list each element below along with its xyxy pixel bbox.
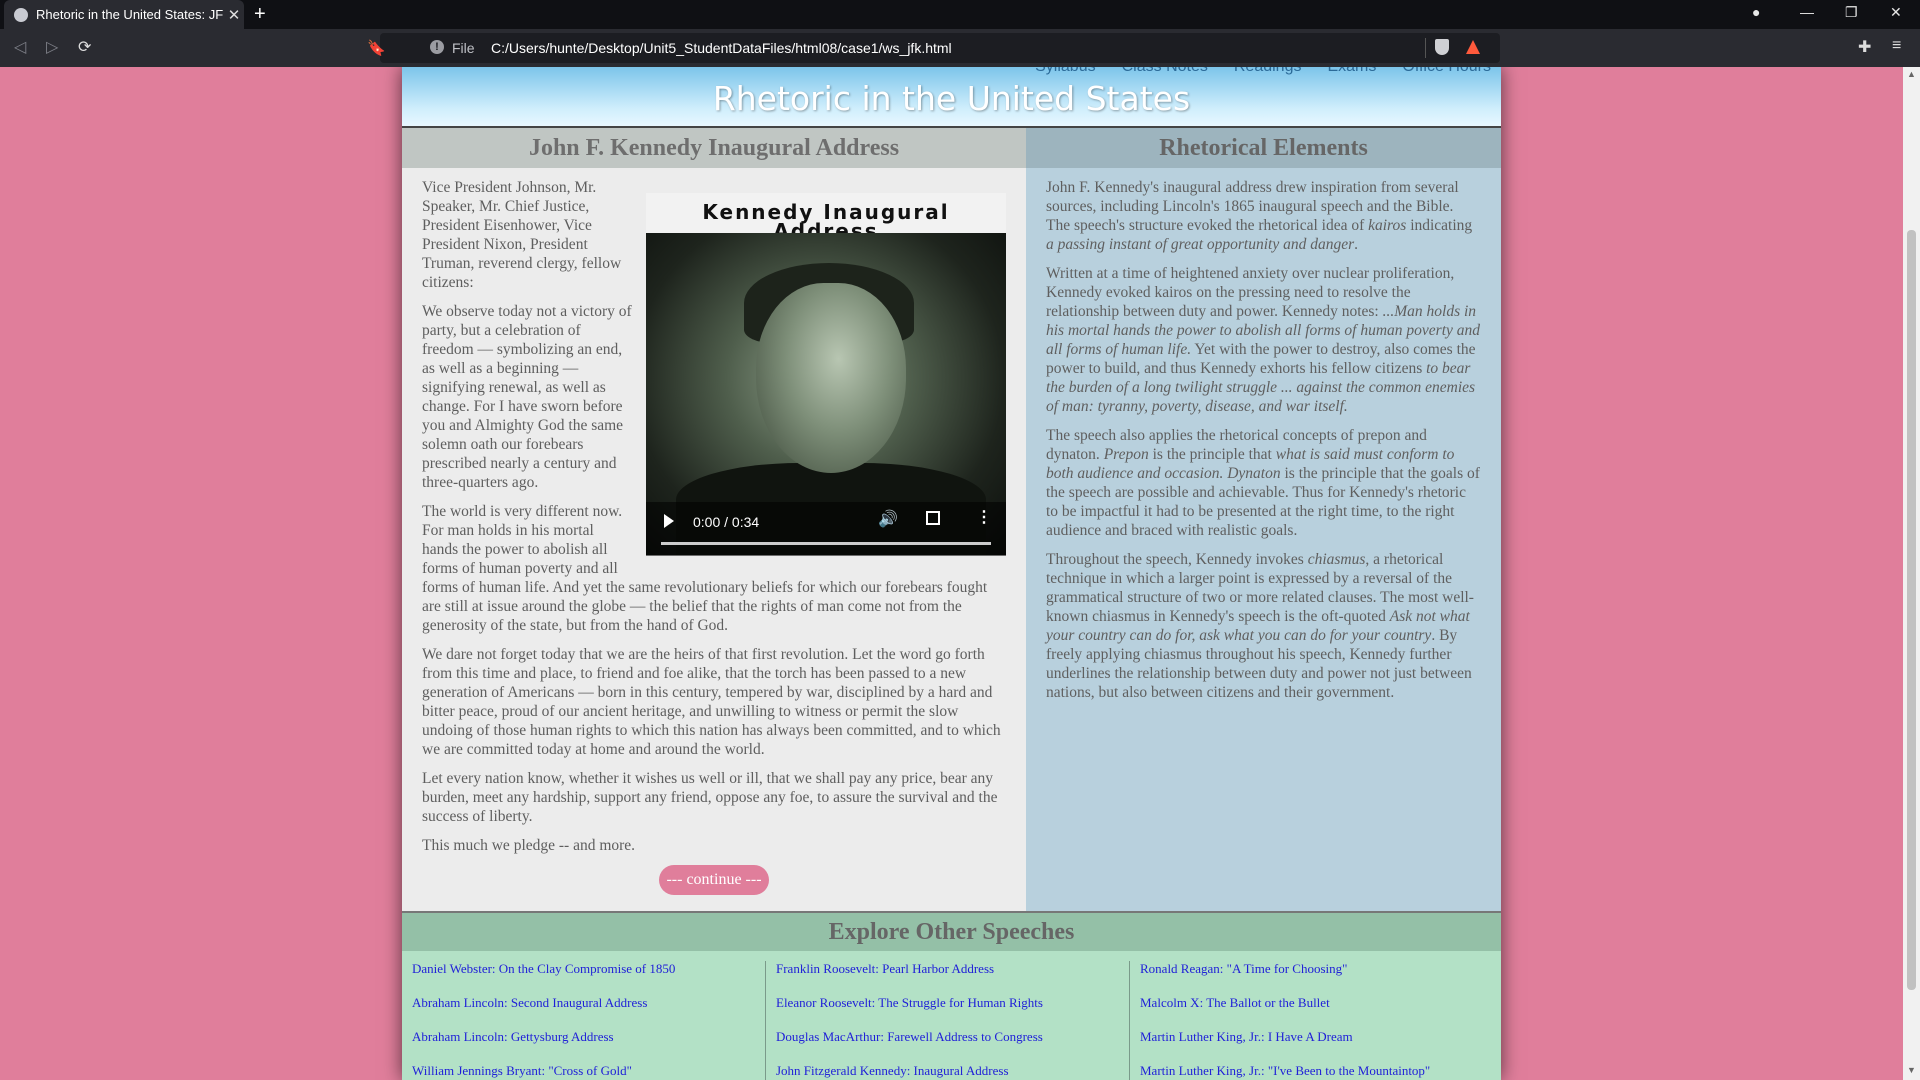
page-viewport: Syllabus Class Notes Readings Exams Offi… xyxy=(0,67,1903,1080)
divider xyxy=(1425,38,1426,58)
speech-link[interactable]: Daniel Webster: On the Clay Compromise o… xyxy=(412,961,765,995)
info-icon[interactable]: ! xyxy=(430,40,444,54)
article-heading: John F. Kennedy Inaugural Address xyxy=(402,128,1026,168)
speech-link[interactable]: Douglas MacArthur: Farewell Address to C… xyxy=(776,1029,1129,1063)
speech-link[interactable]: Franklin Roosevelt: Pearl Harbor Address xyxy=(776,961,1129,995)
minimize-icon[interactable]: — xyxy=(1800,4,1814,20)
speech-link[interactable]: Eleanor Roosevelt: The Struggle for Huma… xyxy=(776,995,1129,1029)
page-scrollbar[interactable]: ▲ ▼ xyxy=(1903,67,1920,1080)
aside-heading: Rhetorical Elements xyxy=(1026,128,1501,168)
aside-paragraph: Written at a time of heightened anxiety … xyxy=(1046,265,1480,415)
portrait-face xyxy=(756,283,906,473)
file-label: File xyxy=(452,40,475,56)
speech-paragraph: Let every nation know, whether it wishes… xyxy=(422,770,998,825)
extensions-icon[interactable]: ✚ xyxy=(1858,37,1871,57)
close-icon[interactable]: ✕ xyxy=(224,6,244,24)
explore-heading: Explore Other Speeches xyxy=(402,913,1501,951)
nav-readings[interactable]: Readings xyxy=(1234,67,1302,76)
menu-icon[interactable]: ≡ xyxy=(1892,37,1901,55)
explore-column: Ronald Reagan: "A Time for Choosing" Mal… xyxy=(1130,961,1494,1080)
video-time: 0:00 / 0:34 xyxy=(693,514,760,530)
nav-class-notes[interactable]: Class Notes xyxy=(1122,67,1208,76)
top-nav: Syllabus Class Notes Readings Exams Offi… xyxy=(1035,67,1491,76)
fullscreen-icon[interactable] xyxy=(926,511,940,525)
video-player[interactable]: Kennedy Inaugural Address 0:00 / 0:34 🔊 … xyxy=(646,193,1006,556)
aside-paragraph: John F. Kennedy's inaugural address drew… xyxy=(1046,179,1473,253)
new-tab-button[interactable]: + xyxy=(254,3,266,26)
nav-office-hours[interactable]: Office Hours xyxy=(1402,67,1491,76)
browser-titlebar: Rhetoric in the United States: JFK ✕ + ●… xyxy=(0,0,1920,29)
aside-paragraph: The speech also applies the rhetorical c… xyxy=(1046,427,1480,539)
speech-link[interactable]: Malcolm X: The Ballot or the Bullet xyxy=(1140,995,1494,1029)
continue-button[interactable]: --- continue --- xyxy=(659,865,769,895)
url-text[interactable]: C:/Users/hunte/Desktop/Unit5_StudentData… xyxy=(491,40,952,56)
video-progress-bar[interactable] xyxy=(661,542,991,545)
speech-link[interactable]: William Jennings Bryant: "Cross of Gold" xyxy=(412,1063,765,1080)
back-icon[interactable]: ◁ xyxy=(14,37,26,57)
video-controls: 0:00 / 0:34 🔊 ⋮ xyxy=(646,502,1006,556)
speech-link[interactable]: Martin Luther King, Jr.: I Have A Dream xyxy=(1140,1029,1494,1063)
page-title: Rhetoric in the United States xyxy=(712,79,1191,118)
browser-toolbar: ◁ ▷ ⟳ 🔖 ! File C:/Users/hunte/Desktop/Un… xyxy=(0,29,1920,67)
close-window-icon[interactable]: ✕ xyxy=(1890,4,1902,21)
forward-icon[interactable]: ▷ xyxy=(46,37,58,57)
volume-icon[interactable]: 🔊 xyxy=(878,510,898,529)
globe-icon xyxy=(14,7,28,22)
site-header: Syllabus Class Notes Readings Exams Offi… xyxy=(402,67,1501,128)
scroll-up-icon[interactable]: ▲ xyxy=(1907,69,1916,79)
scroll-down-icon[interactable]: ▼ xyxy=(1907,1065,1916,1075)
more-options-icon[interactable]: ⋮ xyxy=(976,508,992,527)
speech-paragraph: This much we pledge -- and more. xyxy=(422,837,636,854)
rhetorical-elements: Rhetorical Elements John F. Kennedy's in… xyxy=(1026,128,1501,911)
reload-icon[interactable]: ⟳ xyxy=(78,37,91,57)
speech-link[interactable]: Abraham Lincoln: Gettysburg Address xyxy=(412,1029,765,1063)
scroll-thumb[interactable] xyxy=(1907,230,1916,990)
rewards-icon[interactable] xyxy=(1466,40,1480,54)
explore-columns: Daniel Webster: On the Clay Compromise o… xyxy=(402,951,1501,1080)
nav-exams[interactable]: Exams xyxy=(1327,67,1376,76)
page-container: Syllabus Class Notes Readings Exams Offi… xyxy=(402,67,1501,1080)
bookmark-icon[interactable]: 🔖 xyxy=(367,39,386,57)
play-icon[interactable] xyxy=(664,514,674,528)
nav-syllabus[interactable]: Syllabus xyxy=(1035,67,1095,76)
speech-link[interactable]: Ronald Reagan: "A Time for Choosing" xyxy=(1140,961,1494,995)
aside-body: John F. Kennedy's inaugural address drew… xyxy=(1026,168,1501,702)
browser-tab[interactable]: Rhetoric in the United States: JFK ✕ xyxy=(4,0,244,29)
profile-icon[interactable]: ● xyxy=(1752,4,1760,20)
restore-icon[interactable]: ❐ xyxy=(1845,4,1858,21)
tab-title: Rhetoric in the United States: JFK xyxy=(36,7,224,22)
speech-paragraph: We dare not forget today that we are the… xyxy=(422,646,1001,758)
speech-link[interactable]: John Fitzgerald Kennedy: Inaugural Addre… xyxy=(776,1063,1129,1080)
address-bar[interactable]: 🔖 ! File C:/Users/hunte/Desktop/Unit5_St… xyxy=(367,33,1500,63)
speech-link[interactable]: Abraham Lincoln: Second Inaugural Addres… xyxy=(412,995,765,1029)
speech-link[interactable]: Martin Luther King, Jr.: "I've Been to t… xyxy=(1140,1063,1494,1080)
explore-speeches: Explore Other Speeches Daniel Webster: O… xyxy=(402,911,1501,1080)
brave-shield-icon[interactable] xyxy=(1435,39,1449,55)
aside-paragraph: Throughout the speech, Kennedy invokes c… xyxy=(1046,551,1474,701)
article-body: Kennedy Inaugural Address 0:00 / 0:34 🔊 … xyxy=(402,168,1026,895)
explore-column: Daniel Webster: On the Clay Compromise o… xyxy=(402,961,766,1080)
explore-column: Franklin Roosevelt: Pearl Harbor Address… xyxy=(766,961,1130,1080)
speech-article: John F. Kennedy Inaugural Address Kenned… xyxy=(402,128,1026,911)
